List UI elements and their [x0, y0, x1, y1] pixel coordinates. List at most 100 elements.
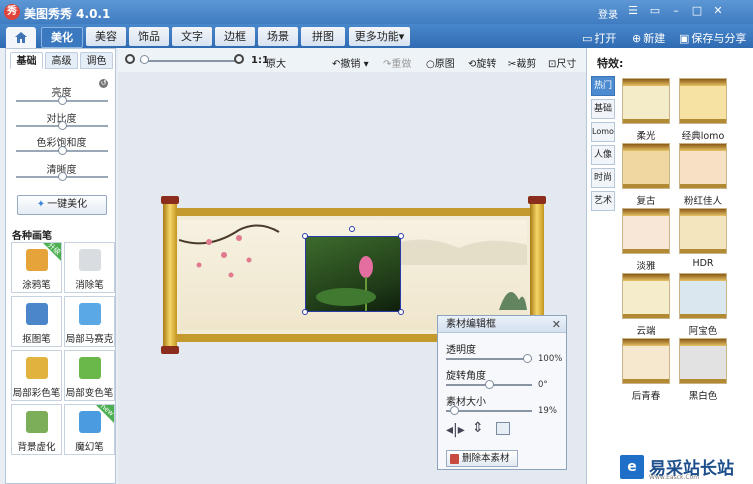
- effect-label: 柔光: [636, 131, 656, 142]
- tab-text[interactable]: 文字: [172, 27, 212, 46]
- resize-handle[interactable]: [302, 233, 308, 239]
- opacity-slider-knob[interactable]: [523, 354, 532, 363]
- save-share-button[interactable]: ▣ 保存与分享: [679, 30, 746, 46]
- recolor-brush-icon: [79, 357, 101, 379]
- effect-thumbnail[interactable]: [622, 78, 670, 124]
- delete-material-button[interactable]: 删除本素材: [446, 450, 518, 467]
- close-icon[interactable]: ✕: [710, 4, 726, 18]
- category-portrait[interactable]: 人像: [591, 145, 615, 165]
- effect-thumbnail[interactable]: [679, 78, 727, 124]
- tab-beauty[interactable]: 美容: [86, 27, 126, 46]
- tool-magic-brush[interactable]: new 魔幻笔: [64, 402, 115, 455]
- opacity-label: 透明度: [446, 345, 476, 356]
- undo-button[interactable]: ↶撤销 ▾: [332, 55, 369, 70]
- maximize-icon[interactable]: □: [689, 4, 705, 18]
- brushes-header: 各种画笔: [12, 231, 52, 242]
- zoom-slider[interactable]: [140, 60, 236, 62]
- rotate-button[interactable]: ⟲旋转: [468, 55, 496, 70]
- new-button[interactable]: ⊕ 新建: [632, 30, 665, 46]
- copy-material-icon[interactable]: [496, 422, 510, 435]
- effect-thumbnail[interactable]: [622, 273, 670, 319]
- login-link[interactable]: 登录: [598, 6, 618, 21]
- resize-handle[interactable]: [398, 233, 404, 239]
- effect-thumbnail[interactable]: [679, 338, 727, 384]
- rotate-handle[interactable]: [349, 226, 355, 232]
- zoom-in-icon[interactable]: [234, 54, 244, 64]
- tool-recolor-brush[interactable]: 局部变色笔: [64, 350, 115, 401]
- effect-thumbnail[interactable]: [622, 338, 670, 384]
- material-size-value: 19%: [538, 406, 557, 416]
- effect-item[interactable]: 经典lomo: [679, 78, 739, 142]
- category-art[interactable]: 艺术: [591, 191, 615, 211]
- effect-label: 淡雅: [636, 261, 656, 272]
- zoom-out-icon[interactable]: [125, 54, 135, 64]
- saturation-slider-knob[interactable]: [58, 146, 67, 155]
- effect-label: 经典lomo: [681, 131, 725, 142]
- contrast-slider[interactable]: [16, 121, 108, 130]
- size-button[interactable]: ⊡尺寸: [548, 55, 576, 70]
- contrast-slider-knob[interactable]: [58, 121, 67, 130]
- tool-doodle-brush[interactable]: 升级 涂鸦笔: [11, 241, 62, 293]
- original-image-button[interactable]: ○原图: [426, 55, 455, 70]
- effect-thumbnail[interactable]: [679, 143, 727, 189]
- redo-button[interactable]: ↷重做: [383, 55, 411, 70]
- open-button[interactable]: ▭ 打开: [582, 30, 616, 46]
- category-basic[interactable]: 基础: [591, 99, 615, 119]
- circle-icon: ○: [426, 59, 435, 70]
- tool-mosaic[interactable]: 局部马赛克: [64, 296, 115, 347]
- message-icon[interactable]: ▭: [647, 4, 663, 18]
- lotus-bud-image: [316, 256, 376, 311]
- resize-handle[interactable]: [302, 309, 308, 315]
- brightness-slider[interactable]: [16, 96, 108, 105]
- rotation-slider[interactable]: [446, 380, 532, 389]
- effect-item[interactable]: HDR: [679, 208, 739, 270]
- menu-icon[interactable]: ☰: [625, 4, 641, 18]
- effect-item[interactable]: 阿宝色: [679, 273, 739, 337]
- effect-thumbnail[interactable]: [679, 273, 727, 319]
- category-lomo[interactable]: Lomo: [591, 122, 615, 142]
- effect-thumbnail[interactable]: [622, 208, 670, 254]
- tool-color-brush[interactable]: 局部彩色笔: [11, 350, 62, 401]
- tab-scenes[interactable]: 场景: [258, 27, 298, 46]
- one-key-beautify-button[interactable]: ✦ 一键美化: [17, 195, 107, 215]
- resize-handle[interactable]: [398, 309, 404, 315]
- flip-vertical-icon[interactable]: ⇕: [472, 420, 484, 436]
- category-hot[interactable]: 热门: [591, 76, 615, 96]
- tab-collage[interactable]: 拼图: [301, 27, 345, 46]
- save-icon: ▣: [679, 32, 690, 45]
- original-size-button[interactable]: 原大: [266, 55, 286, 70]
- zoom-slider-knob[interactable]: [140, 55, 149, 64]
- sharpness-slider[interactable]: [16, 172, 108, 181]
- rotation-slider-knob[interactable]: [485, 380, 494, 389]
- flip-horizontal-icon[interactable]: ◂|▸: [446, 422, 465, 438]
- subtab-basic[interactable]: 基础: [10, 52, 43, 69]
- opacity-slider[interactable]: [446, 354, 532, 363]
- tool-eraser[interactable]: 消除笔: [64, 242, 115, 293]
- tab-beautify[interactable]: 美化: [41, 27, 83, 48]
- tab-accessories[interactable]: 饰品: [129, 27, 169, 46]
- effect-item[interactable]: 黑白色: [679, 338, 739, 402]
- subtab-toning[interactable]: 调色: [80, 52, 113, 69]
- home-tab[interactable]: [6, 27, 36, 48]
- effect-thumbnail[interactable]: [679, 208, 727, 254]
- selected-material-photo[interactable]: [305, 236, 401, 312]
- effect-label: 复古: [636, 196, 656, 207]
- effect-thumbnail[interactable]: [622, 143, 670, 189]
- tab-frames[interactable]: 边框: [215, 27, 255, 46]
- tab-more-features[interactable]: 更多功能▾: [349, 27, 410, 46]
- material-size-slider[interactable]: [446, 406, 532, 415]
- tool-blur-background[interactable]: 背景虚化: [11, 404, 62, 455]
- effect-item[interactable]: 粉红佳人: [679, 143, 739, 207]
- category-fashion[interactable]: 时尚: [591, 168, 615, 188]
- sharpness-slider-knob[interactable]: [58, 172, 67, 181]
- minimize-icon[interactable]: –: [668, 4, 684, 18]
- tool-cutout-brush[interactable]: 抠图笔: [11, 296, 62, 347]
- subtab-advanced[interactable]: 高级: [45, 52, 78, 69]
- brightness-slider-knob[interactable]: [58, 96, 67, 105]
- material-size-slider-knob[interactable]: [450, 406, 459, 415]
- dialog-title[interactable]: 素材编辑框: [438, 316, 566, 333]
- effects-panel: 特效: 热门 基础 Lomo 人像 时尚 艺术 柔光 经典lomo 复古 粉红佳人 淡雅…: [586, 48, 753, 484]
- crop-button[interactable]: ✂裁剪: [508, 55, 536, 70]
- saturation-slider[interactable]: [16, 146, 108, 155]
- close-icon[interactable]: ✕: [552, 316, 561, 333]
